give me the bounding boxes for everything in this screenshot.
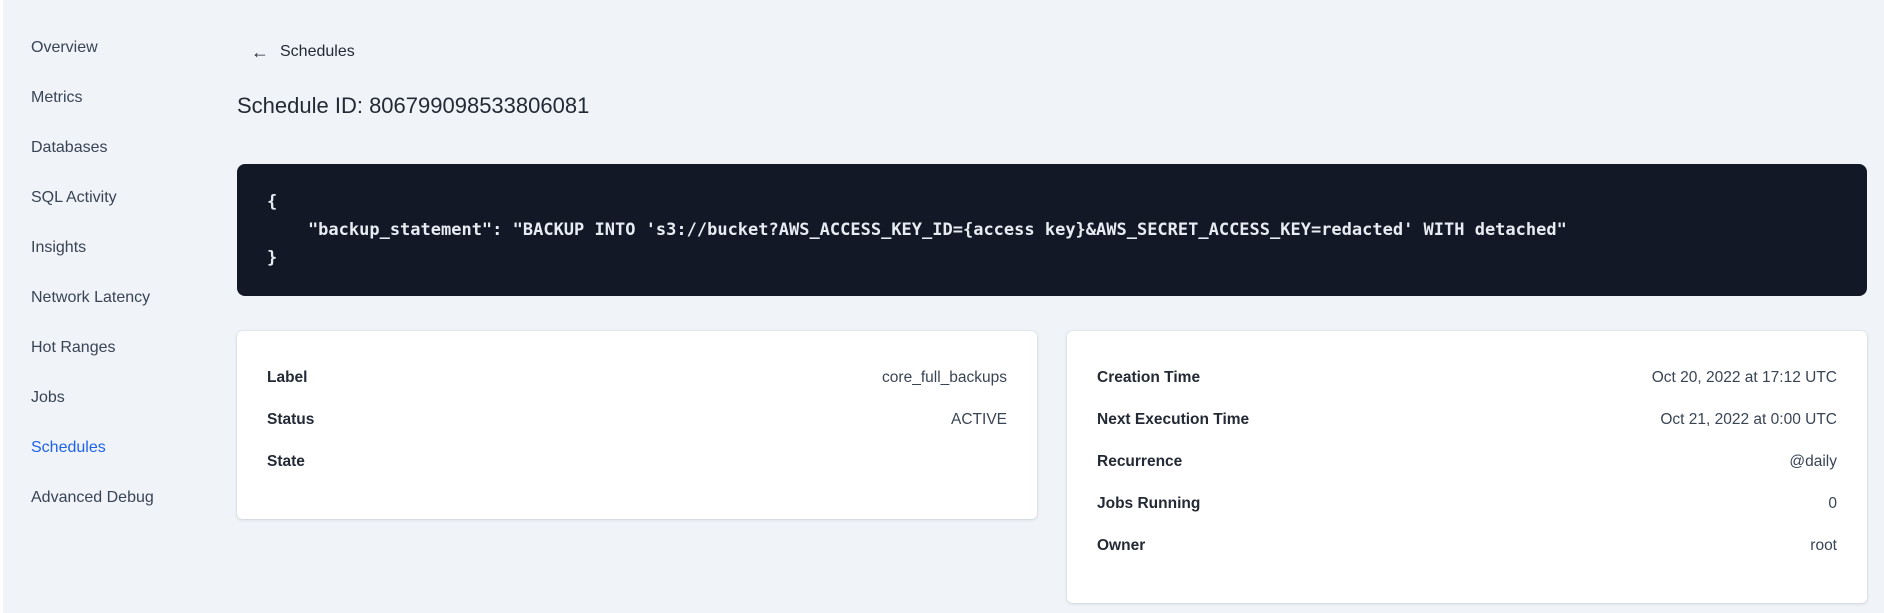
detail-row-key: Next Execution Time xyxy=(1097,411,1250,428)
detail-row-status: Status ACTIVE xyxy=(267,399,1007,441)
detail-row-owner: Owner root xyxy=(1097,525,1837,567)
sidebar-item-overview[interactable]: Overview xyxy=(31,38,205,58)
detail-row-value: ACTIVE xyxy=(951,411,1007,428)
detail-row-key: State xyxy=(267,453,305,470)
back-to-schedules-link[interactable]: ← Schedules xyxy=(251,42,355,62)
sidebar-item-sql-activity[interactable]: SQL Activity xyxy=(31,188,205,208)
sidebar-item-jobs[interactable]: Jobs xyxy=(31,388,205,408)
schedule-meta-card: Label core_full_backups Status ACTIVE St… xyxy=(237,331,1037,519)
detail-row-key: Label xyxy=(267,369,308,386)
detail-row-key: Jobs Running xyxy=(1097,495,1201,512)
sidebar-item-hot-ranges[interactable]: Hot Ranges xyxy=(31,338,205,358)
schedule-timing-card: Creation Time Oct 20, 2022 at 17:12 UTC … xyxy=(1067,331,1867,603)
page-left-edge xyxy=(0,0,3,613)
detail-row-value: core_full_backups xyxy=(882,369,1007,386)
detail-row-value: root xyxy=(1810,537,1837,554)
code-line: { xyxy=(267,192,278,212)
detail-row-value: 0 xyxy=(1828,495,1837,512)
detail-cards: Label core_full_backups Status ACTIVE St… xyxy=(237,331,1867,603)
detail-row-key: Creation Time xyxy=(1097,369,1201,386)
detail-row-value: Oct 20, 2022 at 17:12 UTC xyxy=(1651,369,1837,386)
detail-row-state: State xyxy=(267,441,1007,483)
detail-row-value: @daily xyxy=(1789,453,1837,470)
detail-row-creation-time: Creation Time Oct 20, 2022 at 17:12 UTC xyxy=(1097,357,1837,399)
sidebar-item-network-latency[interactable]: Network Latency xyxy=(31,288,205,308)
sidebar-item-insights[interactable]: Insights xyxy=(31,238,205,258)
detail-row-jobs-running: Jobs Running 0 xyxy=(1097,483,1837,525)
back-link-label: Schedules xyxy=(280,43,355,60)
sidebar-item-advanced-debug[interactable]: Advanced Debug xyxy=(31,488,205,508)
detail-row-label: Label core_full_backups xyxy=(267,357,1007,399)
sidebar: Overview Metrics Databases SQL Activity … xyxy=(0,0,205,613)
detail-row-recurrence: Recurrence @daily xyxy=(1097,441,1837,483)
sidebar-item-metrics[interactable]: Metrics xyxy=(31,88,205,108)
code-line: "backup_statement": "BACKUP INTO 's3://b… xyxy=(267,220,1567,240)
app-root: Overview Metrics Databases SQL Activity … xyxy=(0,0,1884,613)
sidebar-item-databases[interactable]: Databases xyxy=(31,138,205,158)
schedule-statement-code-block: { "backup_statement": "BACKUP INTO 's3:/… xyxy=(237,164,1867,296)
detail-row-key: Owner xyxy=(1097,537,1146,554)
detail-row-value: Oct 21, 2022 at 0:00 UTC xyxy=(1660,411,1837,428)
page-title: Schedule ID: 806799098533806081 xyxy=(237,93,590,118)
sidebar-item-schedules[interactable]: Schedules xyxy=(31,438,205,458)
arrow-left-icon: ← xyxy=(251,42,269,62)
detail-row-next-execution-time: Next Execution Time Oct 21, 2022 at 0:00… xyxy=(1097,399,1837,441)
main-content: ← Schedules Schedule ID: 806799098533806… xyxy=(205,0,1884,613)
code-line: } xyxy=(267,248,278,268)
sidebar-nav: Overview Metrics Databases SQL Activity … xyxy=(31,38,205,508)
detail-row-key: Recurrence xyxy=(1097,453,1183,470)
detail-row-key: Status xyxy=(267,411,315,428)
